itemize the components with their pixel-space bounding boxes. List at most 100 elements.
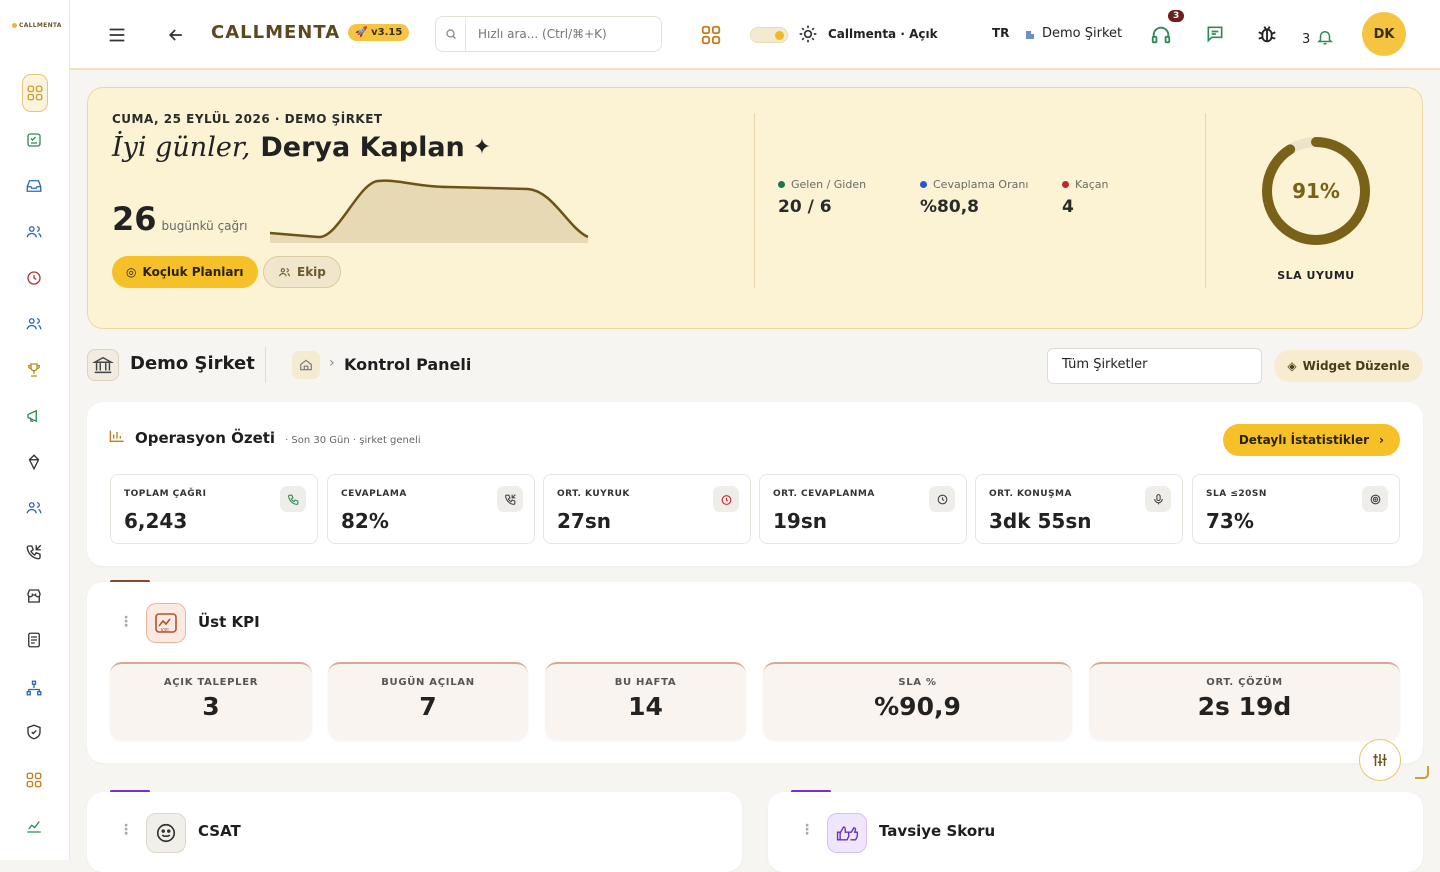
sun-icon xyxy=(799,25,817,43)
sidebar-item-widgets[interactable] xyxy=(20,766,48,794)
agents-icon xyxy=(26,502,42,514)
sidebar-item-reports[interactable] xyxy=(20,626,48,654)
sparkle-icon: ✦ xyxy=(472,135,492,160)
notifications-button[interactable]: 3 xyxy=(1302,26,1334,47)
widgets-icon xyxy=(26,772,42,788)
breadcrumb-divider xyxy=(265,347,266,383)
coaching-plans-label: Koçluk Planları xyxy=(142,265,244,279)
building-icon xyxy=(1026,30,1034,39)
theme-selector[interactable]: Callmenta · Açık xyxy=(798,24,938,44)
home-button[interactable] xyxy=(292,351,320,379)
headset-icon xyxy=(1151,26,1171,44)
company-title: Demo Şirket xyxy=(130,353,255,374)
sla-label: SLA UYUMU xyxy=(1277,269,1355,282)
gem-icon: ◈ xyxy=(1287,359,1297,373)
coaching-plans-button[interactable]: ◎ Koçluk Planları xyxy=(112,256,258,288)
search-input[interactable] xyxy=(466,27,656,41)
breadcrumb-bar: Demo Şirket › Kontrol Paneli Tüm Şirketl… xyxy=(87,347,1423,385)
widget-settings-button[interactable] xyxy=(1359,739,1401,781)
checklist-icon xyxy=(27,133,41,147)
document-icon xyxy=(28,632,40,648)
widget-edit-button[interactable]: ◈ Widget Düzenle xyxy=(1274,350,1423,382)
sitemap-icon xyxy=(26,680,42,696)
sidebar-item-store[interactable] xyxy=(20,582,48,610)
megaphone-icon xyxy=(27,409,37,423)
kpi-value: 2s 19d xyxy=(1197,692,1292,721)
sidebar-item-security[interactable] xyxy=(20,718,48,746)
bar-chart-icon xyxy=(109,430,124,442)
today-calls-label: bugünkü çağrı xyxy=(161,219,248,233)
team-icon xyxy=(279,267,290,276)
kpi-sla-percent: SLA % %90,9 xyxy=(763,662,1072,740)
hero-date: CUMA, 25 EYLÜL 2026 · DEMO ŞİRKET xyxy=(112,112,383,126)
sidebar-item-clock[interactable] xyxy=(20,264,48,292)
chart-icon xyxy=(27,821,41,833)
stat-incoming-outgoing: Gelen / Giden 20 / 6 xyxy=(778,178,866,217)
stat-label: Kaçan xyxy=(1075,178,1109,191)
team-label: Ekip xyxy=(297,265,326,279)
sidebar-item-analytics[interactable] xyxy=(20,812,48,840)
target-icon xyxy=(1362,486,1388,512)
sidebar-item-org[interactable] xyxy=(20,674,48,702)
search-box[interactable] xyxy=(435,16,662,52)
dot-green xyxy=(778,181,785,188)
kpi-label: ORT. KONUŞMA xyxy=(989,489,1072,499)
sidebar-item-gem[interactable] xyxy=(20,448,48,476)
kpi-avg-talk: ORT. KONUŞMA 3dk 55sn xyxy=(975,474,1183,544)
sidebar-item-team[interactable] xyxy=(20,310,48,338)
sidebar-item-inbox[interactable] xyxy=(20,172,48,200)
ops-subtitle: · Son 30 Gün · şirket geneli xyxy=(285,435,421,446)
drag-handle-icon[interactable]: ⋮ xyxy=(800,822,814,838)
back-button[interactable] xyxy=(166,25,186,45)
sidebar-item-calls[interactable] xyxy=(20,538,48,566)
sidebar-item-trophy[interactable] xyxy=(20,356,48,384)
arrow-left-icon xyxy=(168,29,182,41)
kpi-value: %90,9 xyxy=(874,692,961,721)
company-selector[interactable]: Demo Şirket xyxy=(1024,26,1122,41)
sidebar-item-users[interactable] xyxy=(20,218,48,246)
stat-answer-rate: Cevaplama Oranı %80,8 xyxy=(920,178,1028,217)
theme-label: Callmenta · Açık xyxy=(828,27,938,41)
svg-text:KPI: KPI xyxy=(161,628,169,634)
notification-count: 3 xyxy=(1302,32,1311,47)
toggle-switch[interactable] xyxy=(750,27,788,43)
theme-toggle[interactable] xyxy=(750,27,788,43)
drag-handle-icon[interactable]: ⋮ xyxy=(119,822,133,838)
headset-button[interactable]: 3 xyxy=(1150,10,1185,46)
avatar[interactable]: DK xyxy=(1362,12,1406,56)
bug-report-button[interactable] xyxy=(1256,23,1278,45)
detailed-stats-button[interactable]: Detaylı İstatistikler › xyxy=(1222,424,1400,456)
team-button[interactable]: Ekip xyxy=(263,256,341,288)
sidebar-item-agents[interactable] xyxy=(20,494,48,522)
sidebar-item-dashboard[interactable] xyxy=(22,74,48,112)
sliders-icon xyxy=(1373,754,1387,766)
company-name: Demo Şirket xyxy=(1042,26,1123,41)
hero-divider xyxy=(754,113,755,288)
sidebar-item-campaigns[interactable] xyxy=(20,402,48,430)
sla-value: 91% xyxy=(1292,179,1340,203)
kpi-avg-resolution: ORT. ÇÖZÜM 2s 19d xyxy=(1089,662,1400,740)
drag-handle-icon[interactable]: ⋮ xyxy=(119,614,133,630)
bank-icon xyxy=(87,349,119,381)
version-label: v3.15 xyxy=(371,27,403,38)
user-avatar-button[interactable]: DK xyxy=(1362,12,1406,56)
home-icon xyxy=(300,359,312,371)
menu-button[interactable] xyxy=(106,24,128,46)
language-selector[interactable]: TR xyxy=(992,26,1009,40)
kpi-value: 73% xyxy=(1206,509,1254,533)
search-icon[interactable] xyxy=(436,17,466,51)
apps-button[interactable] xyxy=(700,24,722,46)
kpi-value: 14 xyxy=(628,692,663,721)
nps-widget: ⋮ Tavsiye Skoru xyxy=(768,792,1423,872)
sidebar: CALLMENTA xyxy=(0,0,70,860)
kpi-value: 7 xyxy=(419,692,437,721)
trophy-icon xyxy=(27,363,41,377)
hamburger-icon xyxy=(109,28,125,42)
headset-badge: 3 xyxy=(1168,10,1185,22)
resize-handle-icon[interactable] xyxy=(1412,764,1432,780)
sidebar-item-checklist[interactable] xyxy=(20,126,48,154)
company-filter-select[interactable]: Tüm Şirketler xyxy=(1047,348,1262,384)
sla-gauge: 91% SLA UYUMU xyxy=(1258,133,1374,282)
kpi-value: 3 xyxy=(202,692,220,721)
messages-button[interactable] xyxy=(1205,24,1225,44)
